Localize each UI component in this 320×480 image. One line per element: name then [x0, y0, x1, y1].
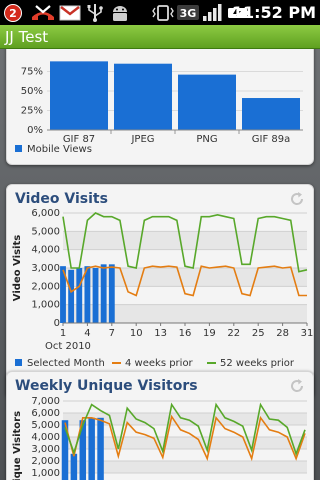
grid-band: [63, 231, 307, 250]
y-tick-label: 1,000: [31, 468, 60, 479]
refresh-icon[interactable]: [289, 378, 305, 394]
mobile-views-card: 0% 25% 50% 75% GIF 87 JPEG PNG GIF 89a Mobile Vi…: [6, 49, 314, 165]
usb-icon[interactable]: [85, 3, 105, 22]
dashboard-content[interactable]: 0% 25% 50% 75% GIF 87 JPEG PNG GIF 89a Mobile Vi…: [0, 49, 320, 480]
x-tick-label: 31: [301, 328, 314, 339]
y-tick-label: 2,000: [31, 281, 60, 292]
bar: [242, 98, 300, 130]
y-tick-label: 2,000: [31, 456, 60, 467]
weekly-visitors-title: Weekly Unique Visitors: [15, 378, 198, 394]
bar: [114, 63, 172, 131]
y-tick-label: 1,000: [31, 300, 60, 311]
y-tick-label: 5,000: [31, 420, 60, 431]
grid-band: [63, 304, 307, 323]
signal-icon: [203, 4, 222, 21]
notification-badge-icon[interactable]: 2: [3, 3, 25, 22]
bar: [108, 264, 115, 323]
status-bar: 2 3G 11:52 PM: [0, 0, 320, 25]
bar: [68, 269, 75, 323]
3g-icon: 3G: [177, 5, 199, 20]
video-visits-chart: 01,0002,0003,0004,0005,0006,000Video Vis…: [12, 209, 314, 369]
legend-label: Selected Month: [27, 358, 105, 369]
y-tick-label: 6,000: [31, 209, 60, 219]
legend-label: 4 weeks prior: [125, 358, 194, 369]
y-tick-label: 4,000: [31, 245, 60, 256]
status-clock: 11:52 PM: [231, 3, 316, 22]
x-tick-label: GIF 89a: [252, 134, 290, 145]
android-debug-icon[interactable]: [109, 3, 131, 22]
vibrate-icon: [152, 5, 174, 21]
bar: [84, 266, 91, 323]
y-tick-label: 5,000: [31, 226, 60, 237]
bar: [178, 74, 236, 130]
x-tick-label: PNG: [196, 134, 217, 145]
video-visits-card: Video Visits 0 1,000 2,000 3,000 4,000 5,000 6…: [6, 184, 314, 398]
x-tick-label: 25: [252, 328, 265, 339]
legend-swatch: [15, 145, 22, 152]
bar: [76, 268, 83, 323]
app-title-bar: JJ Test: [0, 25, 320, 49]
y-tick-label: 3,000: [31, 263, 60, 274]
x-axis-month-label: Oct 2010: [45, 341, 91, 352]
legend-swatch: [15, 359, 22, 366]
x-tick-label: 7: [109, 328, 115, 339]
video-visits-title: Video Visits: [15, 191, 108, 207]
legend-label: Mobile Views: [27, 144, 92, 155]
missed-call-icon[interactable]: [30, 3, 56, 22]
bar: [97, 417, 104, 480]
grid-band: [63, 268, 307, 287]
y-axis-label: Video Visits: [12, 235, 23, 301]
y-tick-label: 50%: [21, 86, 43, 97]
refresh-icon[interactable]: [289, 191, 305, 207]
app-title: JJ Test: [5, 28, 49, 46]
x-tick-label: 16: [179, 328, 192, 339]
bar: [92, 268, 99, 323]
bar: [100, 264, 107, 323]
bar: [50, 61, 108, 130]
weekly-visitors-chart: 1,0002,0003,0004,0005,0006,0007,000 Uniqu…: [12, 396, 307, 480]
x-tick-label: 22: [227, 328, 240, 339]
gmail-icon[interactable]: [59, 3, 81, 22]
bar: [88, 417, 95, 480]
notification-count: 2: [9, 7, 17, 20]
weekly-visitors-card: Weekly Unique Visitors 1,000 2,000 3,000 4,…: [6, 371, 314, 480]
y-tick-label: 3,000: [31, 444, 60, 455]
x-tick-label: JPEG: [130, 134, 154, 145]
x-tick-label: 1: [60, 328, 66, 339]
y-tick-label: 25%: [21, 106, 43, 117]
y-tick-label: 6,000: [31, 408, 60, 419]
x-tick-label: 13: [154, 328, 167, 339]
x-tick-label: 19: [203, 328, 216, 339]
x-tick-label: 10: [130, 328, 143, 339]
y-tick-label: 7,000: [31, 396, 60, 407]
legend-label: 52 weeks prior: [220, 358, 295, 369]
bar: [70, 453, 78, 480]
y-tick-label: 75%: [21, 67, 43, 78]
y-axis-label: Unique Visitors: [12, 411, 23, 480]
y-tick-label: 4,000: [31, 432, 60, 443]
mobile-views-chart: 0%25%50%75%GIF 87 JPEG PNG GIF 89aMobile Vi…: [15, 61, 303, 155]
x-tick-label: 28: [276, 328, 289, 339]
y-tick-label: 0%: [27, 125, 43, 136]
x-tick-label: 4: [84, 328, 90, 339]
network-type: 3G: [180, 7, 197, 20]
